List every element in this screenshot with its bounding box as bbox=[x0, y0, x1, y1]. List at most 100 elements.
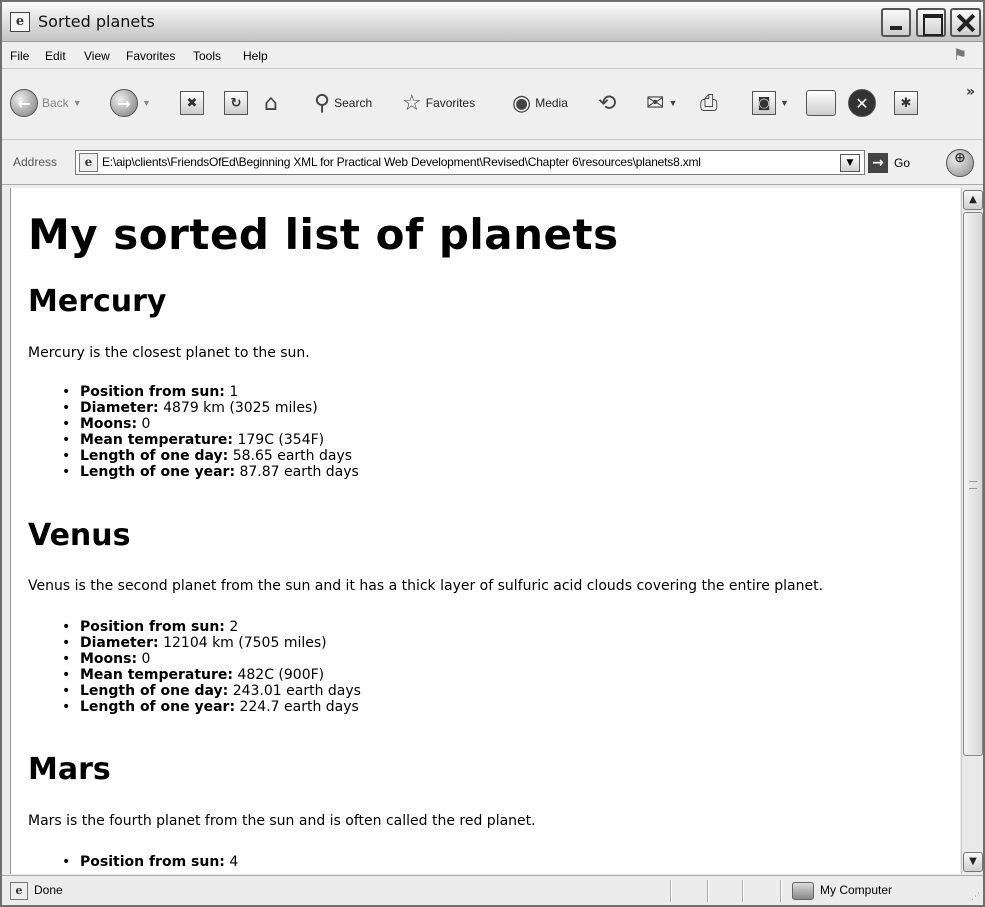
messenger-icon: ✕ bbox=[848, 89, 876, 117]
history-icon: ⟲ bbox=[598, 90, 617, 116]
refresh-icon: ↻ bbox=[224, 91, 248, 115]
menu-view[interactable]: View bbox=[84, 49, 110, 63]
planet-facts: Position from sun: 1 Diameter: 4879 km (… bbox=[62, 384, 359, 480]
media-label: Media bbox=[535, 96, 568, 110]
back-label: Back bbox=[42, 96, 69, 110]
status-bar: e Done My Computer ⋰ bbox=[2, 875, 983, 905]
links-icon[interactable]: ⊕ bbox=[946, 149, 974, 177]
fact-item: Position from sun: 1 bbox=[62, 384, 359, 400]
mail-button[interactable]: ✉ ▼ bbox=[646, 86, 677, 120]
planet-description: Venus is the second planet from the sun … bbox=[28, 578, 824, 594]
scroll-thumb[interactable] bbox=[963, 212, 983, 756]
address-bar: Address e E:\aip\clients\FriendsOfEd\Beg… bbox=[2, 141, 983, 185]
page-heading: My sorted list of planets bbox=[28, 210, 619, 259]
page-done-icon: e bbox=[10, 882, 28, 900]
fact-item: Moons: 0 bbox=[62, 651, 361, 667]
title-bar: e Sorted planets bbox=[2, 2, 983, 42]
go-label: Go bbox=[894, 156, 911, 170]
address-dropdown-button[interactable]: ▼ bbox=[840, 154, 860, 172]
favorites-star-icon: ☆ bbox=[402, 90, 422, 116]
scroll-down-button[interactable]: ▼ bbox=[963, 852, 983, 872]
my-computer-icon bbox=[792, 882, 814, 900]
discuss-icon bbox=[806, 90, 836, 116]
stop-icon: ✖ bbox=[180, 91, 204, 115]
menu-help[interactable]: Help bbox=[243, 49, 268, 63]
fact-item: Length of one year: 224.7 earth days bbox=[62, 699, 361, 715]
go-arrow-icon: → bbox=[868, 153, 888, 173]
chevron-down-icon: ▼ bbox=[72, 98, 82, 108]
address-input[interactable]: e E:\aip\clients\FriendsOfEd\Beginning X… bbox=[75, 150, 865, 175]
forward-button[interactable]: → ▼ bbox=[110, 86, 151, 120]
mail-icon: ✉ bbox=[646, 90, 665, 116]
fact-item: Length of one day: 243.01 earth days bbox=[62, 683, 361, 699]
favorites-label: Favorites bbox=[425, 96, 476, 110]
maximize-button[interactable] bbox=[916, 8, 946, 37]
go-button[interactable]: → Go bbox=[868, 153, 910, 173]
menu-file[interactable]: File bbox=[10, 49, 29, 63]
stop-button[interactable]: ✖ bbox=[180, 86, 204, 120]
toolbar-overflow-chevron[interactable]: » bbox=[966, 84, 975, 100]
menu-tools[interactable]: Tools bbox=[193, 49, 221, 63]
resize-grip-icon[interactable]: ⋰ bbox=[971, 892, 980, 902]
address-url[interactable]: E:\aip\clients\FriendsOfEd\Beginning XML… bbox=[102, 155, 701, 169]
fact-item: Length of one day: 58.65 earth days bbox=[62, 448, 359, 464]
grip-icon bbox=[969, 481, 977, 489]
chevron-down-icon: ▼ bbox=[142, 98, 151, 108]
back-button[interactable]: ← Back ▼ bbox=[10, 86, 82, 120]
planet-description: Mars is the fourth planet from the sun a… bbox=[28, 813, 536, 829]
search-button[interactable]: ⚲ Search bbox=[314, 86, 372, 120]
planet-facts: Position from sun: 4 bbox=[62, 854, 238, 870]
messenger-button[interactable]: ✕ bbox=[848, 86, 876, 120]
chevron-down-icon: ▼ bbox=[780, 98, 789, 108]
print-button[interactable]: ⎙ bbox=[700, 86, 718, 120]
fact-item: Position from sun: 4 bbox=[62, 854, 238, 870]
fact-item: Length of one year: 87.87 earth days bbox=[62, 464, 359, 480]
refresh-button[interactable]: ↻ bbox=[224, 86, 248, 120]
home-icon: ⌂ bbox=[264, 90, 278, 116]
research-icon: ✱ bbox=[894, 91, 918, 115]
page-icon: e bbox=[79, 153, 98, 172]
page-content: My sorted list of planets Mercury Mercur… bbox=[10, 188, 960, 874]
research-button[interactable]: ✱ bbox=[894, 86, 918, 120]
fact-item: Mean temperature: 482C (900F) bbox=[62, 667, 361, 683]
media-icon: ◉ bbox=[512, 90, 532, 116]
menu-favorites[interactable]: Favorites bbox=[126, 49, 175, 63]
status-divider bbox=[670, 880, 672, 902]
fact-item: Mean temperature: 179C (354F) bbox=[62, 432, 359, 448]
media-button[interactable]: ◉ Media bbox=[512, 86, 568, 120]
favorites-button[interactable]: ☆ Favorites bbox=[402, 86, 475, 120]
home-button[interactable]: ⌂ bbox=[264, 86, 278, 120]
browser-window: e Sorted planets File Edit View Favorite… bbox=[0, 0, 985, 907]
planet-facts: Position from sun: 2 Diameter: 12104 km … bbox=[62, 619, 361, 715]
security-zone: My Computer bbox=[820, 883, 893, 897]
fact-item: Diameter: 12104 km (7505 miles) bbox=[62, 635, 361, 651]
address-label: Address bbox=[13, 155, 58, 169]
menu-edit[interactable]: Edit bbox=[45, 49, 66, 63]
history-button[interactable]: ⟲ bbox=[598, 86, 616, 120]
ie-page-icon: e bbox=[10, 12, 30, 32]
planet-description: Mercury is the closest planet to the sun… bbox=[28, 345, 310, 361]
planet-heading: Mars bbox=[28, 752, 111, 787]
edit-button[interactable]: ◙ ▼ bbox=[752, 86, 789, 120]
windows-logo-icon: ⚑ bbox=[952, 45, 968, 64]
planet-heading: Mercury bbox=[28, 284, 167, 319]
printer-icon: ⎙ bbox=[700, 90, 718, 116]
discuss-button[interactable] bbox=[806, 86, 836, 120]
search-icon: ⚲ bbox=[314, 90, 331, 116]
fact-item: Position from sun: 2 bbox=[62, 619, 361, 635]
fact-item: Moons: 0 bbox=[62, 416, 359, 432]
window-title: Sorted planets bbox=[38, 12, 155, 31]
forward-arrow-icon: → bbox=[110, 89, 138, 117]
edit-page-icon: ◙ bbox=[752, 91, 776, 115]
close-button[interactable] bbox=[950, 8, 981, 37]
minimize-button[interactable] bbox=[881, 8, 911, 37]
vertical-scrollbar[interactable]: ▲ ▼ bbox=[961, 188, 983, 874]
fact-item: Diameter: 4879 km (3025 miles) bbox=[62, 400, 359, 416]
status-divider bbox=[707, 880, 709, 902]
search-label: Search bbox=[334, 96, 373, 110]
status-divider bbox=[780, 880, 782, 902]
back-arrow-icon: ← bbox=[10, 89, 38, 117]
scroll-up-button[interactable]: ▲ bbox=[963, 190, 983, 210]
toolbar: ← Back ▼ → ▼ ✖ ↻ ⌂ ⚲ Search ☆ Favorites … bbox=[2, 70, 983, 140]
status-text: Done bbox=[34, 883, 63, 897]
